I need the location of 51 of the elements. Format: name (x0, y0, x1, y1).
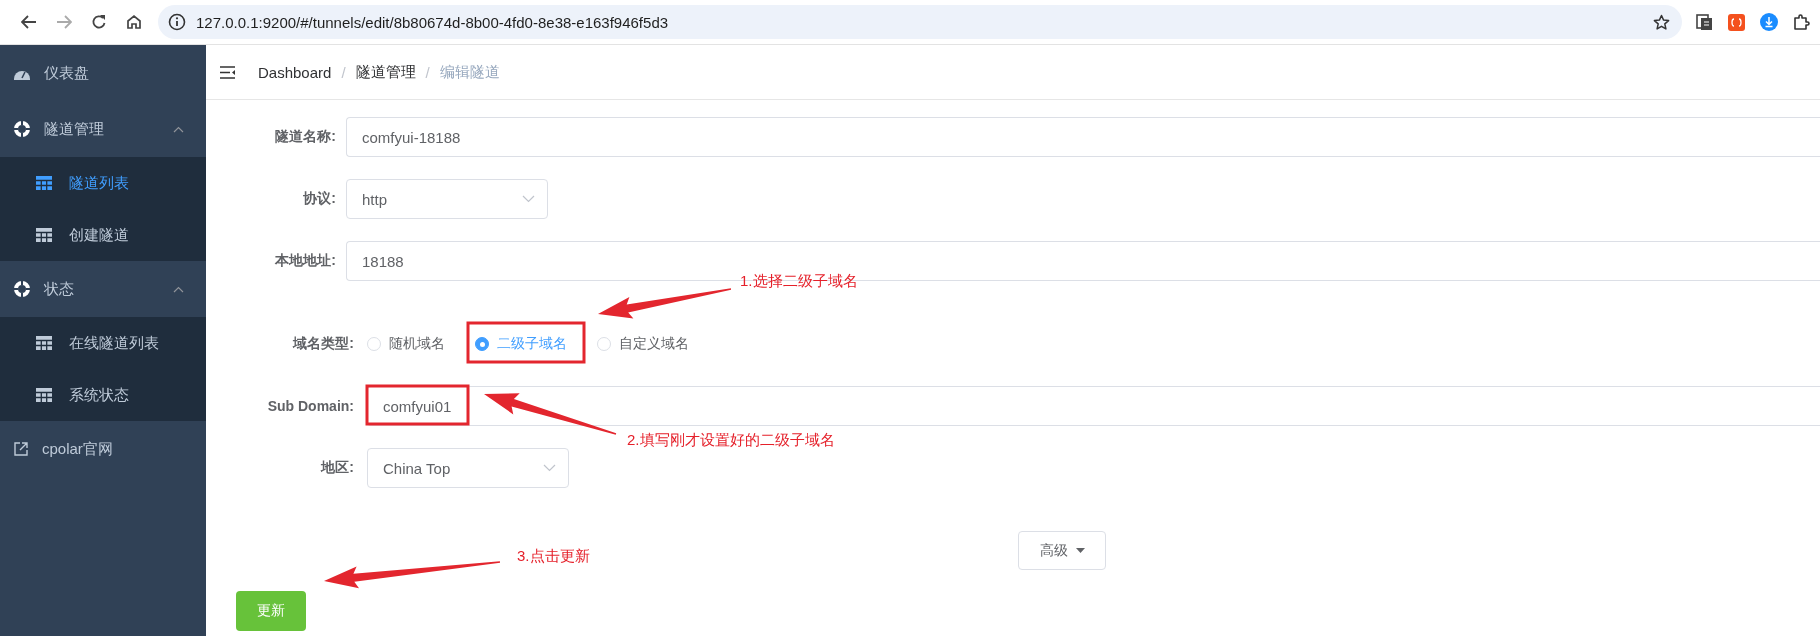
grid-icon (36, 388, 52, 402)
home-icon[interactable] (126, 14, 142, 30)
extension-badge-icon[interactable] (1728, 13, 1745, 31)
grid-icon (36, 228, 52, 242)
field-label: 协议: (302, 190, 336, 208)
field-label: 地区: (319, 459, 354, 477)
chevron-down-icon (522, 195, 535, 203)
chevron-icon (173, 285, 184, 293)
menu-toggle-icon[interactable] (220, 65, 236, 79)
text-field[interactable]: comfyui-18188 (346, 117, 1820, 157)
info-icon (168, 13, 186, 31)
star-icon[interactable] (1653, 13, 1670, 31)
reload-icon[interactable] (91, 14, 107, 30)
breadcrumb-item[interactable]: Dashboard (258, 63, 332, 81)
sidebar-group[interactable]: 状态 (0, 261, 206, 317)
annotation-text: 3.点击更新 (517, 547, 590, 566)
advanced-button[interactable]: 高级 (1018, 531, 1106, 570)
sidebar-item[interactable]: 隧道列表 (0, 157, 206, 209)
select-field[interactable]: http (346, 179, 548, 219)
sidebar-item[interactable]: 仪表盘 (0, 45, 206, 101)
address-bar[interactable]: 127.0.0.1:9200/#/tunnels/edit/8b80674d-8b00-4fd0-8e38-e163f946f5d3 (158, 5, 1682, 39)
grid-icon (36, 176, 52, 190)
grid-icon (36, 336, 52, 350)
chevron-down-icon (543, 464, 556, 472)
caret-down-icon (1075, 548, 1085, 553)
breadcrumb-separator: / (341, 63, 346, 81)
sidebar-group[interactable]: 隧道管理 (0, 101, 206, 157)
life-ring-icon (14, 121, 30, 137)
life-ring-icon (14, 281, 30, 297)
annotation-text: 2.填写刚才设置好的二级子域名 (627, 431, 835, 450)
field-label: 本地地址: (274, 252, 336, 270)
sidebar-link[interactable]: cpolar官网 (0, 421, 206, 477)
sidebar-item[interactable]: 创建隧道 (0, 209, 206, 261)
puzzle-icon[interactable] (1793, 13, 1810, 31)
url-text: 127.0.0.1:9200/#/tunnels/edit/8b80674d-8b00-4fd0-8e38-e163f946f5d3 (196, 13, 670, 31)
download-icon[interactable] (1760, 13, 1778, 31)
field-label: Sub Domain: (266, 398, 354, 414)
sidebar-item[interactable]: 系统状态 (0, 369, 206, 421)
breadcrumb-item: 编辑隧道 (439, 62, 500, 82)
external-link-icon (14, 442, 28, 456)
document-icon[interactable] (1696, 13, 1713, 31)
breadcrumb-separator: / (425, 63, 430, 81)
sidebar-item[interactable]: 在线隧道列表 (0, 317, 206, 369)
select-field[interactable]: China Top (367, 448, 569, 488)
breadcrumb-item[interactable]: 隧道管理 (355, 62, 416, 82)
chevron-icon (173, 125, 184, 133)
back-icon[interactable] (21, 15, 37, 29)
radio-option[interactable]: 随机域名 (367, 335, 445, 353)
field-label: 隧道名称: (274, 128, 336, 146)
radio-option[interactable]: 自定义域名 (597, 335, 689, 353)
field-label: 域名类型: (291, 335, 354, 353)
